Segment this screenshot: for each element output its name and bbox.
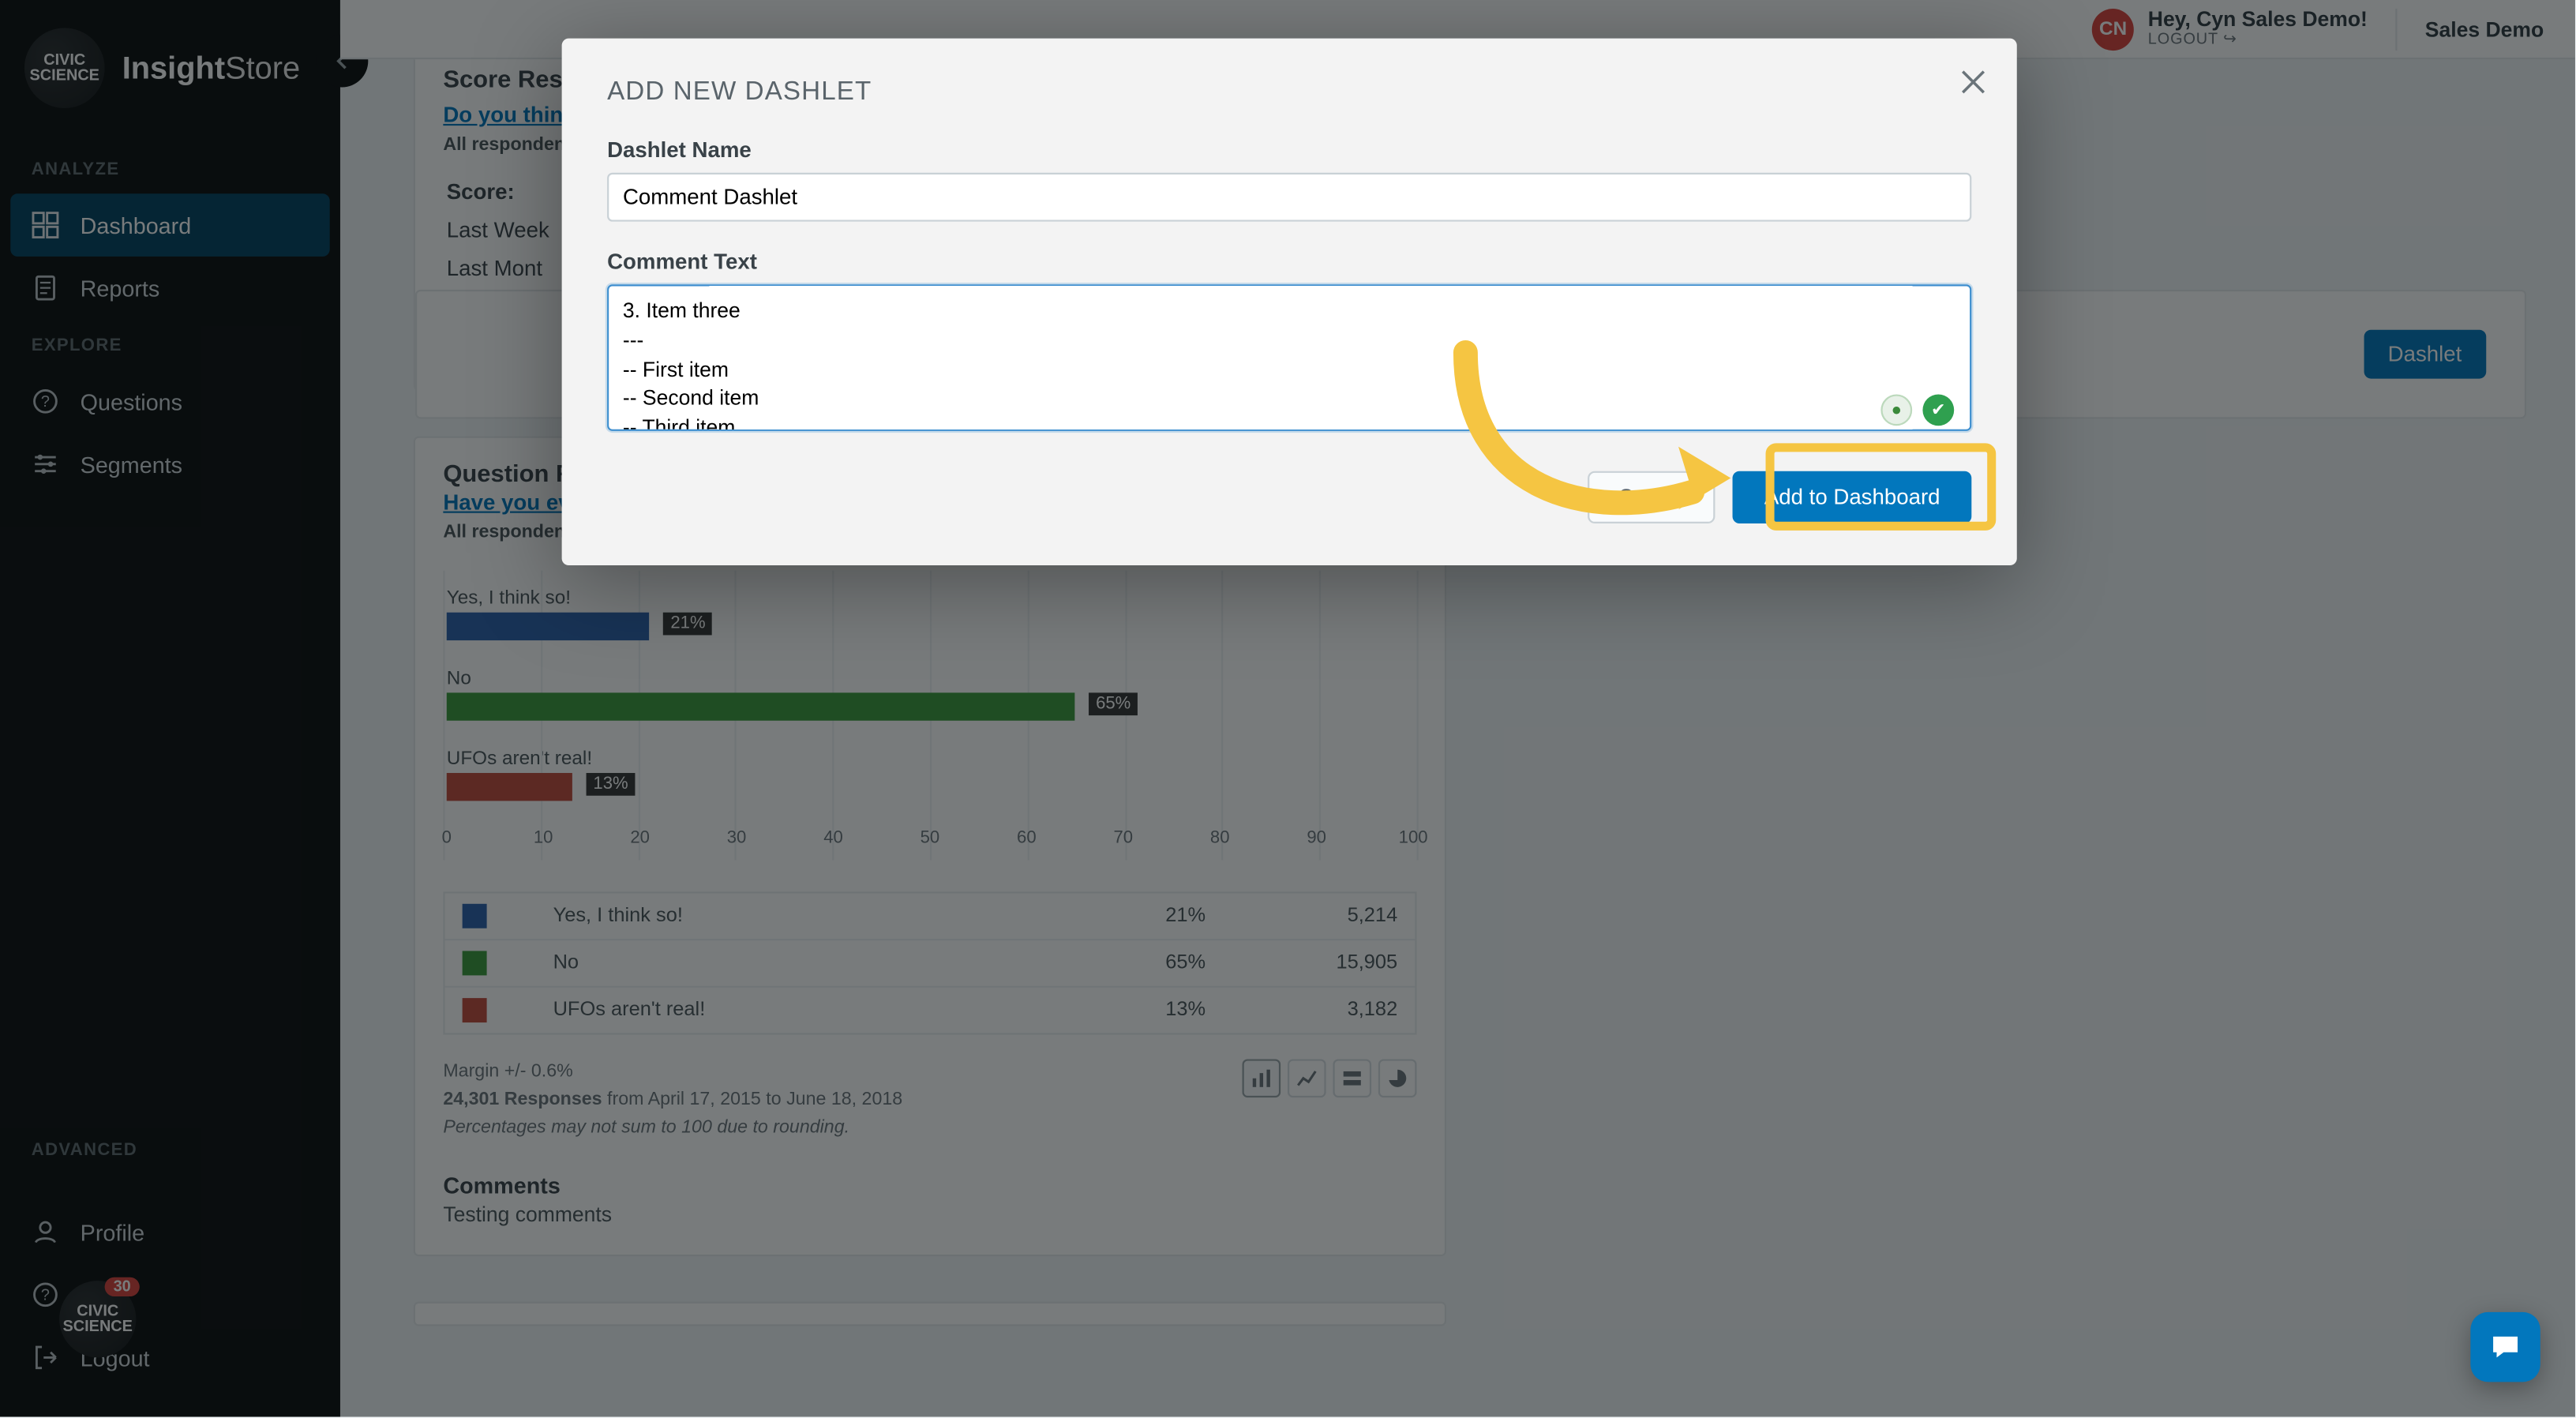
status-badge-sync-icon: ✔ bbox=[1922, 394, 1954, 426]
cancel-button[interactable]: Cancel bbox=[1588, 471, 1715, 523]
chat-button[interactable] bbox=[2470, 1312, 2540, 1382]
comment-text-label: Comment Text bbox=[607, 249, 1971, 274]
dashlet-name-input[interactable] bbox=[607, 173, 1971, 222]
status-badge-ok-icon: ● bbox=[1880, 394, 1912, 426]
dashlet-name-label: Dashlet Name bbox=[607, 138, 1971, 163]
add-to-dashboard-button[interactable]: Add to Dashboard bbox=[1733, 471, 1971, 523]
close-icon bbox=[1954, 63, 1993, 102]
modal-title: ADD NEW DASHLET bbox=[607, 77, 1971, 107]
editor-status-badges: ● ✔ bbox=[1880, 394, 1954, 426]
chat-icon bbox=[2488, 1330, 2522, 1364]
comment-text-input[interactable] bbox=[607, 284, 1971, 431]
add-dashlet-modal: ADD NEW DASHLET Dashlet Name Comment Tex… bbox=[562, 39, 2017, 565]
modal-close-button[interactable] bbox=[1954, 63, 1993, 102]
